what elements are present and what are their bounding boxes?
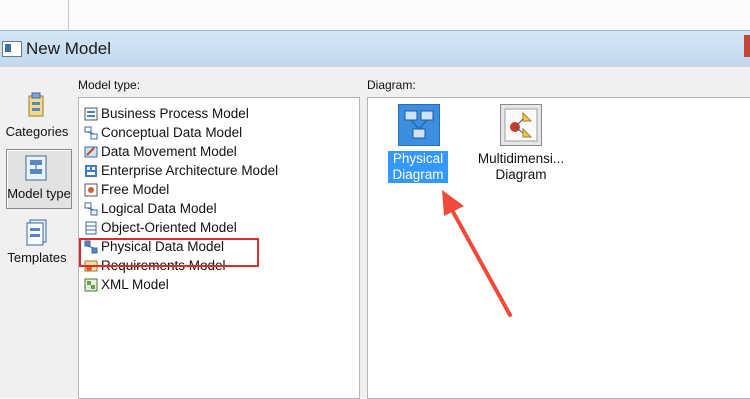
category-templates[interactable]: Templates <box>0 218 74 278</box>
physical-diagram-label[interactable]: Physical Diagram <box>388 151 448 183</box>
diagram-label-line1: Physical <box>392 151 444 166</box>
data-movement-icon <box>84 145 98 159</box>
annotation-arrow <box>442 190 512 317</box>
background-window <box>0 0 750 30</box>
diagram-label-line1: Multidimensi... <box>477 151 565 166</box>
xml-model-icon <box>84 278 98 292</box>
list-item-label: Logical Data Model <box>101 201 217 216</box>
category-label: Categories <box>5 124 69 139</box>
diagram-label: Diagram: <box>367 78 416 92</box>
list-item-label: Object-Oriented Model <box>101 220 237 235</box>
business-process-icon <box>84 107 98 121</box>
multidimensional-diagram-icon[interactable] <box>500 104 542 146</box>
category-categories[interactable]: Categories <box>0 92 74 152</box>
close-button[interactable] <box>744 35 750 57</box>
category-bar: Categories Model type Templates <box>0 92 74 397</box>
category-model-type[interactable]: Model type <box>6 149 72 209</box>
conceptual-data-icon <box>84 126 98 140</box>
window-icon <box>2 41 22 57</box>
list-item-label: Conceptual Data Model <box>101 125 243 140</box>
list-item-label: Free Model <box>101 182 170 197</box>
model-type-icon <box>23 154 49 182</box>
category-label: Templates <box>7 250 67 265</box>
logical-data-icon <box>84 202 98 216</box>
highlight-box <box>79 238 259 267</box>
templates-icon <box>24 218 50 246</box>
list-item-label: Business Process Model <box>101 106 249 121</box>
model-type-label: Model type: <box>78 78 141 92</box>
free-model-icon <box>84 183 98 197</box>
title-bar[interactable]: New Model <box>0 30 750 67</box>
enterprise-architecture-icon <box>84 164 98 178</box>
physical-diagram-icon[interactable] <box>398 104 440 146</box>
list-item-label: Enterprise Architecture Model <box>101 163 279 178</box>
window-title: New Model <box>26 39 112 58</box>
categories-icon <box>24 92 50 120</box>
object-oriented-icon <box>84 221 98 235</box>
multidimensional-diagram-label[interactable]: Multidimensi... Diagram <box>472 151 570 183</box>
category-label: Model type <box>7 186 71 201</box>
background-divider <box>68 0 69 30</box>
list-item-label: XML Model <box>101 277 169 292</box>
list-item-label: Data Movement Model <box>101 144 237 159</box>
